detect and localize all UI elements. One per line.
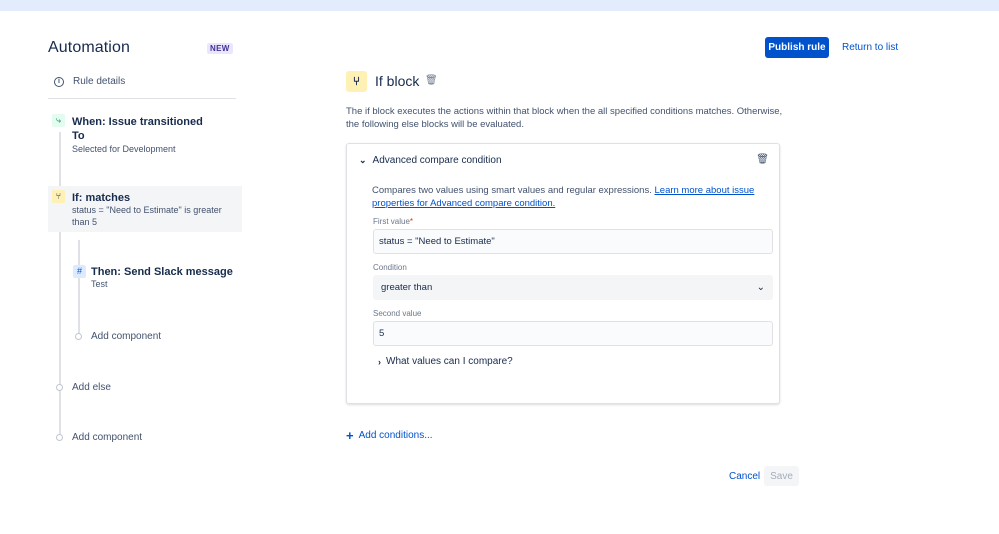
chevron-right-icon: › [378,356,381,367]
condition-title: Advanced compare condition [372,155,502,166]
trash-icon[interactable]: 🗑 [756,154,769,165]
save-button[interactable]: Save [764,466,799,486]
then-detail: Test [91,279,108,289]
add-conditions-link[interactable]: + Add conditions... [346,428,433,443]
trigger-detail: Selected for Development [72,144,176,154]
condition-select[interactable]: greater than ⌄ [373,275,773,300]
if-step[interactable]: If: matches status = "Need to Estimate" … [72,192,232,228]
condition-value: greater than [381,282,433,293]
second-value-label: Second value [373,309,422,318]
page-title: Automation [48,39,130,56]
trash-icon[interactable]: 🗑 [425,75,438,86]
then-title: Then: Send Slack message [91,266,233,278]
if-title: If: matches [72,192,131,204]
slack-icon: # [73,265,86,278]
condition-label: Condition [373,263,407,272]
flow-connector-inner [78,240,80,336]
plus-icon: + [346,428,354,443]
first-value-input[interactable]: status = "Need to Estimate" [373,229,773,254]
divider [48,98,236,99]
block-title: If block [375,73,420,89]
info-icon: i [54,76,64,87]
condition-description-text: Compares two values using smart values a… [372,185,652,196]
flow-connector [59,132,61,440]
trigger-step[interactable]: When: Issue transitioned To Selected for… [72,115,242,155]
if-detail: status = "Need to Estimate" is greater t… [72,205,222,227]
what-values-toggle[interactable]: › What values can I compare? [378,356,513,367]
what-values-label: What values can I compare? [386,356,513,367]
add-component-outer-node [56,434,63,441]
trigger-to: To [72,130,85,142]
trigger-title: When: Issue transitioned [72,116,203,128]
add-else[interactable]: Add else [72,382,111,393]
add-conditions-label: Add conditions... [358,430,433,441]
rule-details-label: Rule details [73,76,126,87]
add-component-outer[interactable]: Add component [72,432,142,443]
add-else-node [56,384,63,391]
condition-description: Compares two values using smart values a… [372,184,774,210]
first-value-label: First value* [373,217,414,226]
chevron-down-icon: ⌄ [359,155,367,165]
condition-card: ⌄ Advanced compare condition 🗑 Compares … [346,143,780,404]
add-component-node [75,333,82,340]
new-badge: NEW [207,43,233,54]
branch-icon: ⑂ [52,190,65,203]
cancel-button[interactable]: Cancel [729,471,760,482]
second-value-input[interactable]: 5 [373,321,773,346]
then-step[interactable]: Then: Send Slack message Test [91,266,241,290]
block-description: The if block executes the actions within… [346,106,783,130]
rule-details-link[interactable]: i Rule details [54,76,125,87]
chevron-down-icon: ⌄ [756,282,765,293]
transition-icon: ⤷ [52,114,65,127]
top-banner [0,0,999,11]
return-to-list-link[interactable]: Return to list [842,42,898,53]
condition-header[interactable]: ⌄ Advanced compare condition [359,155,502,166]
publish-rule-button[interactable]: Publish rule [765,37,829,58]
branch-icon: ⑂ [346,71,367,92]
add-component-inner[interactable]: Add component [91,331,161,342]
